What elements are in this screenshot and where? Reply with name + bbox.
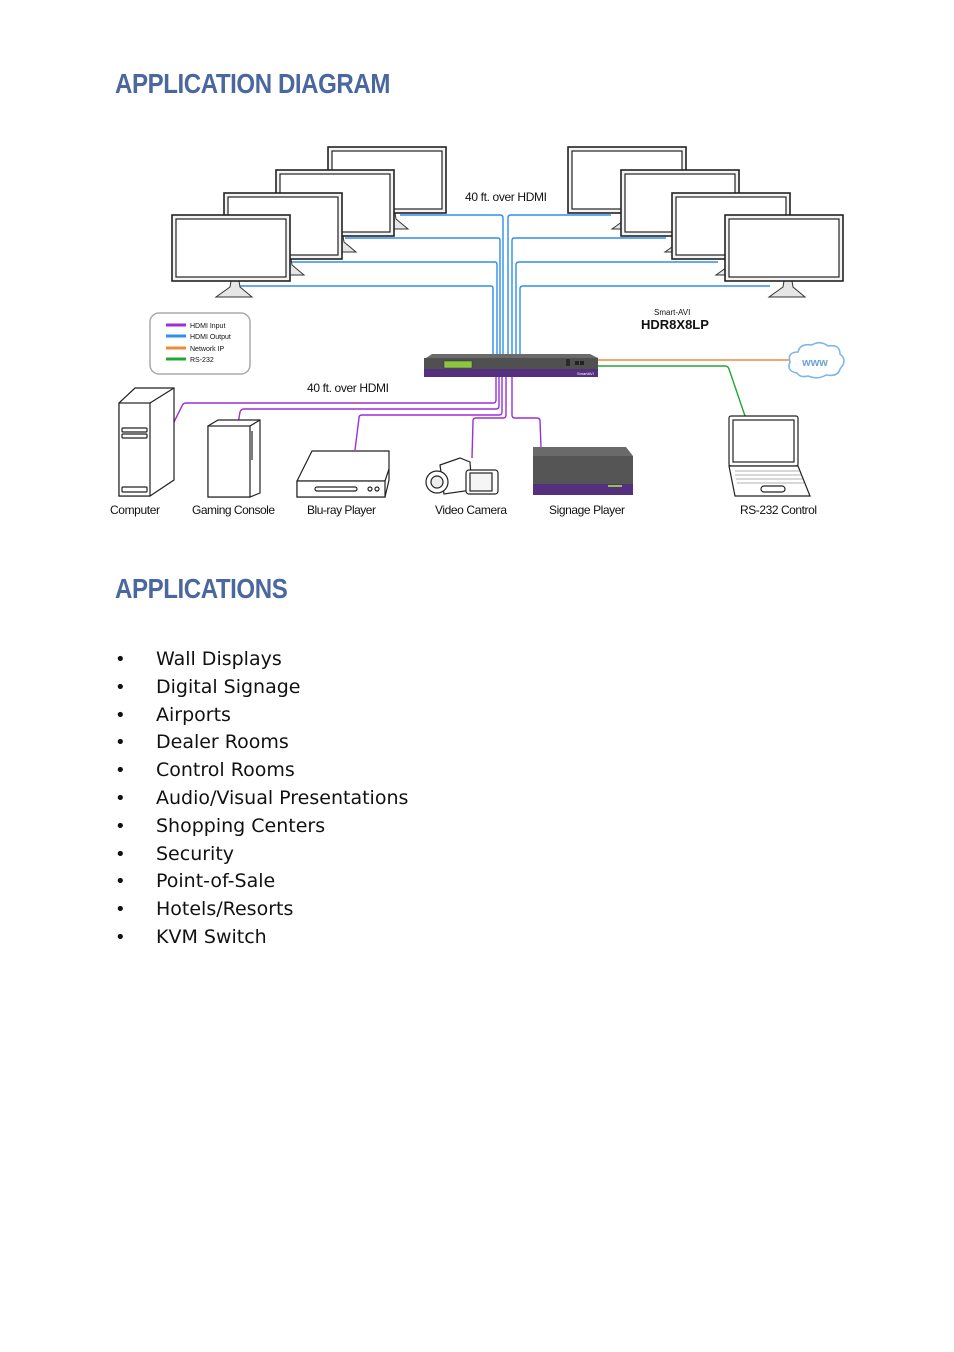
gaming-console-icon	[207, 419, 261, 498]
list-item: • Hotels/Resorts	[115, 896, 408, 924]
matrix-switch-device: SmartAVI	[424, 354, 598, 377]
computer-tower-icon	[118, 387, 175, 497]
control-label-rs232: RS-232 Control	[740, 503, 817, 517]
list-item: • KVM Switch	[115, 924, 408, 952]
rs232-cable	[598, 365, 746, 417]
device-front-badge: SmartAVI	[577, 371, 594, 376]
legend-label-hdmi-output: HDMI Output	[190, 334, 231, 341]
bullet-icon: •	[115, 899, 126, 921]
legend-label-rs232: RS-232	[190, 357, 214, 364]
internet-cloud-icon: www	[788, 341, 845, 379]
bullet-icon: •	[115, 787, 126, 809]
applications-heading: APPLICATIONS	[115, 573, 288, 604]
source-label-video-camera: Video Camera	[435, 503, 507, 517]
display-left-1	[171, 214, 291, 298]
list-item: • Dealer Rooms	[115, 729, 408, 757]
legend: HDMI Input HDMI Output Network IP RS-232	[149, 312, 251, 375]
bullet-icon: •	[115, 760, 126, 782]
list-item: • Digital Signage	[115, 674, 408, 702]
signage-player-icon	[533, 447, 633, 495]
bullet-icon: •	[115, 871, 126, 893]
list-item: • Wall Displays	[115, 646, 408, 674]
lcd-display	[443, 360, 473, 369]
source-label-gaming-console: Gaming Console	[192, 503, 275, 517]
application-diagram: 40 ft. over HDMI HDMI Input HDMI Output …	[110, 146, 845, 517]
cable-length-label-top: 40 ft. over HDMI	[465, 190, 547, 204]
bluray-player-icon	[296, 450, 390, 498]
video-camera-icon	[425, 457, 499, 495]
list-item: • Point-of-Sale	[115, 868, 408, 896]
list-item: • Control Rooms	[115, 757, 408, 785]
bullet-icon: •	[115, 649, 126, 670]
source-label-computer: Computer	[110, 503, 160, 517]
bullet-icon: •	[115, 732, 126, 754]
bullet-icon: •	[115, 843, 126, 865]
bullet-icon: •	[115, 926, 126, 948]
applications-list: • Wall Displays • Digital Signage • Airport…	[115, 646, 408, 952]
list-item: • Shopping Centers	[115, 813, 408, 841]
bullet-icon: •	[115, 676, 126, 698]
bullet-icon: •	[115, 815, 126, 837]
list-item: • Airports	[115, 702, 408, 730]
list-item: • Audio/Visual Presentations	[115, 785, 408, 813]
legend-label-network-ip: Network IP	[190, 346, 225, 353]
display-right-4	[724, 214, 844, 298]
product-brand: Smart-AVI	[654, 308, 690, 317]
source-label-signage-player: Signage Player	[549, 503, 625, 517]
source-label-bluray-player: Blu-ray Player	[307, 503, 376, 517]
product-model: HDR8X8LP	[641, 317, 709, 332]
cable-length-label-bottom: 40 ft. over HDMI	[307, 381, 389, 395]
laptop-icon	[728, 415, 811, 497]
cloud-label: www	[801, 357, 828, 369]
list-item: • Security	[115, 841, 408, 869]
legend-label-hdmi-input: HDMI Input	[190, 323, 225, 330]
bullet-icon: •	[115, 704, 126, 726]
